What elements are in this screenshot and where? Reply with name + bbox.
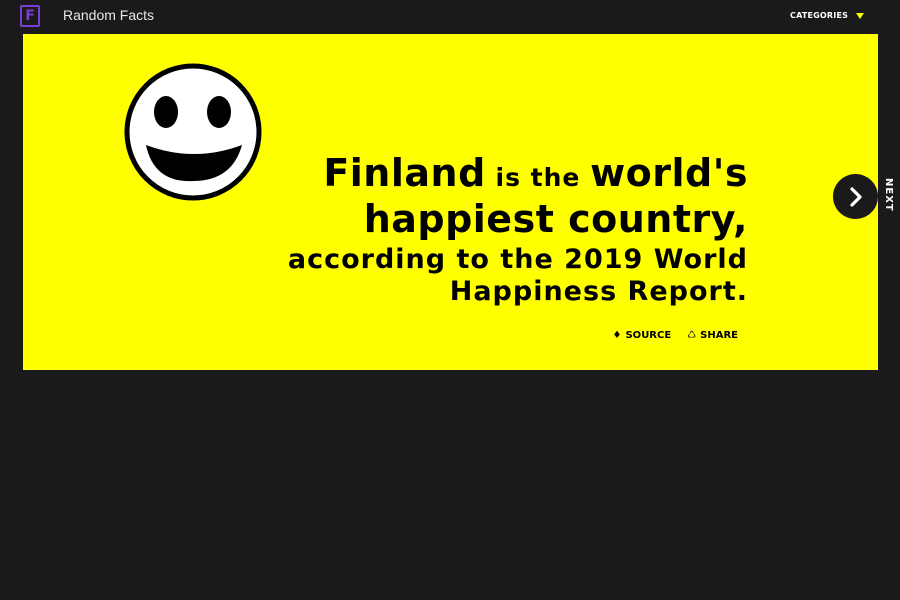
next-button[interactable] bbox=[833, 174, 878, 219]
categories-label: CATEGORIES bbox=[790, 11, 849, 20]
share-button[interactable]: ♺ SHARE bbox=[687, 330, 738, 341]
next-label-text: NEXT bbox=[883, 178, 894, 212]
fact-line-4: Happiness Report. bbox=[449, 276, 748, 308]
fact-line-3: according to the 2019 World bbox=[287, 243, 748, 275]
top-bar: F Random Facts CATEGORIES bbox=[0, 0, 900, 34]
fact-connector: is the bbox=[485, 163, 591, 192]
fact-actions: ♦ SOURCE ♺ SHARE bbox=[613, 330, 738, 341]
fact-text: Finland is the world's happiest country,… bbox=[188, 151, 748, 308]
categories-dropdown[interactable]: CATEGORIES bbox=[790, 11, 865, 20]
caret-down-icon bbox=[856, 12, 865, 19]
share-icon: ♺ bbox=[687, 330, 697, 341]
source-label: SOURCE bbox=[625, 330, 672, 341]
chevron-right-icon bbox=[849, 186, 862, 207]
logo-letter: F bbox=[25, 8, 35, 24]
fact-card: Finland is the world's happiest country,… bbox=[23, 34, 878, 370]
brand-logo-icon[interactable]: F bbox=[20, 5, 40, 27]
next-label[interactable]: NEXT bbox=[880, 178, 896, 218]
share-label: SHARE bbox=[700, 330, 738, 341]
source-button[interactable]: ♦ SOURCE bbox=[613, 330, 672, 341]
fact-line-2: happiest country, bbox=[363, 196, 748, 241]
fact-keyword-worlds: world's bbox=[590, 151, 748, 195]
app-title[interactable]: Random Facts bbox=[63, 7, 154, 23]
fact-keyword-finland: Finland bbox=[323, 151, 486, 195]
source-icon: ♦ bbox=[612, 330, 622, 341]
